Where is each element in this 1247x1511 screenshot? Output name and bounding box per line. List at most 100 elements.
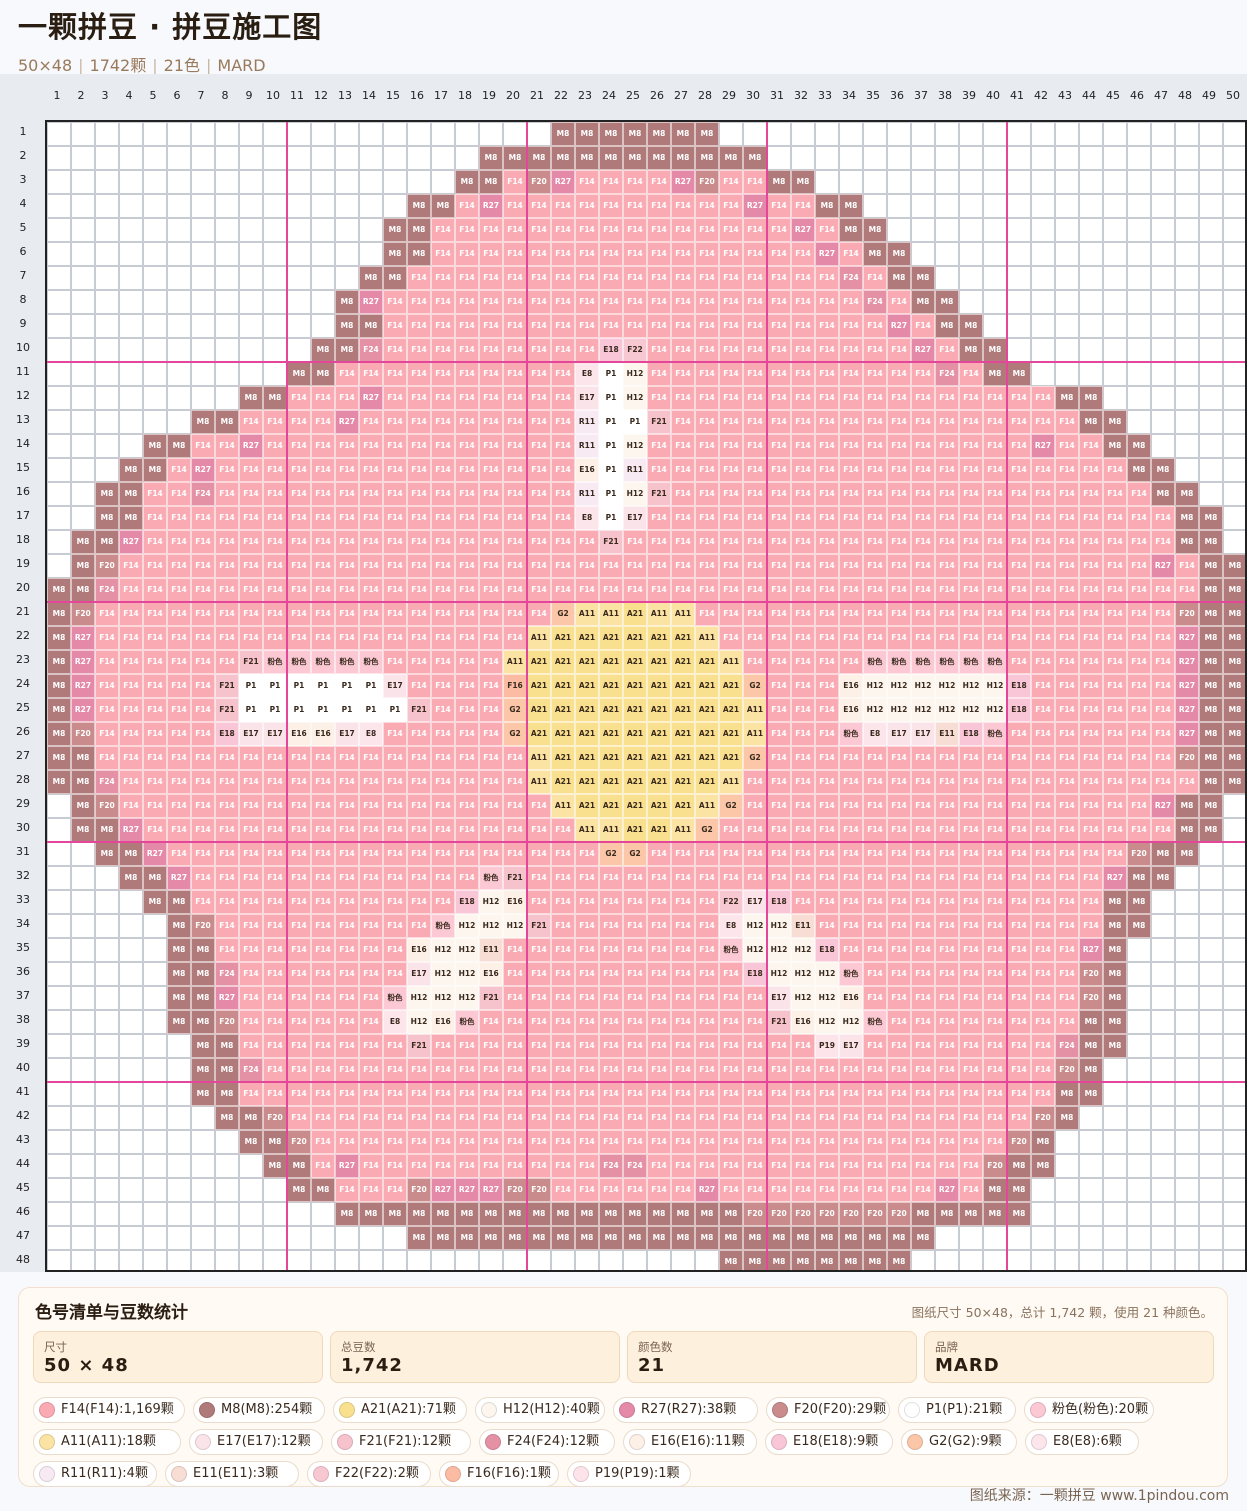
empty-cell[interactable] — [1223, 1130, 1245, 1154]
empty-cell[interactable] — [191, 338, 215, 362]
empty-cell[interactable] — [1103, 242, 1127, 266]
bead-cell[interactable]: F20 — [1007, 1130, 1031, 1154]
bead-cell[interactable]: F14 — [1007, 794, 1031, 818]
bead-cell[interactable]: F14 — [479, 266, 503, 290]
empty-cell[interactable] — [527, 1250, 551, 1270]
bead-cell[interactable]: F14 — [719, 434, 743, 458]
bead-cell[interactable]: F14 — [383, 650, 407, 674]
bead-cell[interactable]: F14 — [815, 458, 839, 482]
bead-cell[interactable]: F21 — [503, 866, 527, 890]
bead-cell[interactable]: F14 — [959, 818, 983, 842]
bead-cell[interactable]: F14 — [983, 1130, 1007, 1154]
empty-cell[interactable] — [1127, 122, 1151, 146]
empty-cell[interactable] — [1103, 362, 1127, 386]
bead-cell[interactable]: F14 — [311, 386, 335, 410]
bead-cell[interactable]: F14 — [815, 722, 839, 746]
bead-cell[interactable]: F14 — [791, 362, 815, 386]
bead-cell[interactable]: M8 — [71, 818, 95, 842]
empty-cell[interactable] — [1151, 122, 1175, 146]
empty-cell[interactable] — [791, 146, 815, 170]
bead-cell[interactable]: F14 — [959, 482, 983, 506]
empty-cell[interactable] — [119, 1034, 143, 1058]
bead-cell[interactable]: F14 — [383, 1178, 407, 1202]
empty-cell[interactable] — [1127, 170, 1151, 194]
empty-cell[interactable] — [1103, 1154, 1127, 1178]
bead-cell[interactable]: M8 — [1127, 914, 1151, 938]
bead-cell[interactable]: F14 — [743, 578, 767, 602]
empty-cell[interactable] — [215, 1226, 239, 1250]
empty-cell[interactable] — [1151, 1154, 1175, 1178]
empty-cell[interactable] — [167, 1082, 191, 1106]
bead-cell[interactable]: F14 — [887, 482, 911, 506]
bead-cell[interactable]: E8 — [575, 362, 599, 386]
bead-cell[interactable]: M8 — [671, 1202, 695, 1226]
bead-cell[interactable]: F14 — [215, 434, 239, 458]
empty-cell[interactable] — [431, 146, 455, 170]
empty-cell[interactable] — [359, 1250, 383, 1270]
bead-cell[interactable]: A21 — [599, 746, 623, 770]
bead-cell[interactable]: F14 — [743, 242, 767, 266]
bead-cell[interactable]: F14 — [95, 602, 119, 626]
bead-cell[interactable]: F14 — [455, 722, 479, 746]
bead-cell[interactable]: F14 — [911, 1178, 935, 1202]
bead-cell[interactable]: F14 — [431, 818, 455, 842]
bead-cell[interactable]: R27 — [119, 818, 143, 842]
bead-cell[interactable]: F14 — [935, 1010, 959, 1034]
bead-cell[interactable]: M8 — [1103, 1010, 1127, 1034]
bead-cell[interactable]: F14 — [551, 290, 575, 314]
bead-cell[interactable]: F14 — [1055, 698, 1079, 722]
bead-cell[interactable]: F14 — [359, 938, 383, 962]
bead-cell[interactable]: F14 — [911, 842, 935, 866]
empty-cell[interactable] — [191, 1178, 215, 1202]
bead-cell[interactable]: F14 — [167, 530, 191, 554]
empty-cell[interactable] — [1151, 914, 1175, 938]
bead-cell[interactable]: F14 — [287, 1082, 311, 1106]
bead-cell[interactable]: F14 — [359, 914, 383, 938]
bead-cell[interactable]: F14 — [647, 242, 671, 266]
bead-cell[interactable]: F14 — [983, 482, 1007, 506]
bead-cell[interactable]: F14 — [479, 1130, 503, 1154]
empty-cell[interactable] — [1151, 1178, 1175, 1202]
bead-cell[interactable]: F14 — [335, 890, 359, 914]
bead-cell[interactable]: F14 — [239, 1082, 263, 1106]
bead-cell[interactable]: F14 — [911, 1106, 935, 1130]
bead-cell[interactable]: F14 — [863, 602, 887, 626]
empty-cell[interactable] — [1199, 866, 1223, 890]
bead-cell[interactable]: F14 — [719, 266, 743, 290]
bead-cell[interactable]: F14 — [191, 698, 215, 722]
bead-cell[interactable]: F14 — [503, 170, 527, 194]
bead-cell[interactable]: F14 — [911, 962, 935, 986]
empty-cell[interactable] — [95, 434, 119, 458]
empty-cell[interactable] — [1007, 290, 1031, 314]
bead-cell[interactable]: F14 — [1151, 674, 1175, 698]
empty-cell[interactable] — [887, 218, 911, 242]
empty-cell[interactable] — [47, 554, 71, 578]
empty-cell[interactable] — [71, 842, 95, 866]
empty-cell[interactable] — [71, 458, 95, 482]
bead-cell[interactable]: F14 — [479, 290, 503, 314]
empty-cell[interactable] — [311, 314, 335, 338]
bead-cell[interactable]: M8 — [71, 746, 95, 770]
bead-cell[interactable]: F14 — [263, 770, 287, 794]
bead-cell[interactable]: F14 — [239, 842, 263, 866]
bead-cell[interactable]: A21 — [647, 722, 671, 746]
bead-cell[interactable]: F14 — [287, 986, 311, 1010]
empty-cell[interactable] — [287, 290, 311, 314]
bead-cell[interactable]: F14 — [839, 602, 863, 626]
bead-cell[interactable]: F14 — [911, 1034, 935, 1058]
bead-cell[interactable]: G2 — [623, 842, 647, 866]
bead-cell[interactable]: F21 — [407, 698, 431, 722]
bead-cell[interactable]: F14 — [719, 818, 743, 842]
bead-cell[interactable]: P1 — [599, 410, 623, 434]
empty-cell[interactable] — [1127, 1082, 1151, 1106]
bead-cell[interactable]: F14 — [767, 842, 791, 866]
empty-cell[interactable] — [239, 338, 263, 362]
bead-cell[interactable]: F14 — [863, 866, 887, 890]
bead-cell[interactable]: F14 — [407, 290, 431, 314]
bead-cell[interactable]: F14 — [863, 914, 887, 938]
bead-cell[interactable]: M8 — [1151, 866, 1175, 890]
empty-cell[interactable] — [1055, 290, 1079, 314]
empty-cell[interactable] — [71, 218, 95, 242]
bead-cell[interactable]: F14 — [959, 1178, 983, 1202]
bead-cell[interactable]: F14 — [383, 338, 407, 362]
